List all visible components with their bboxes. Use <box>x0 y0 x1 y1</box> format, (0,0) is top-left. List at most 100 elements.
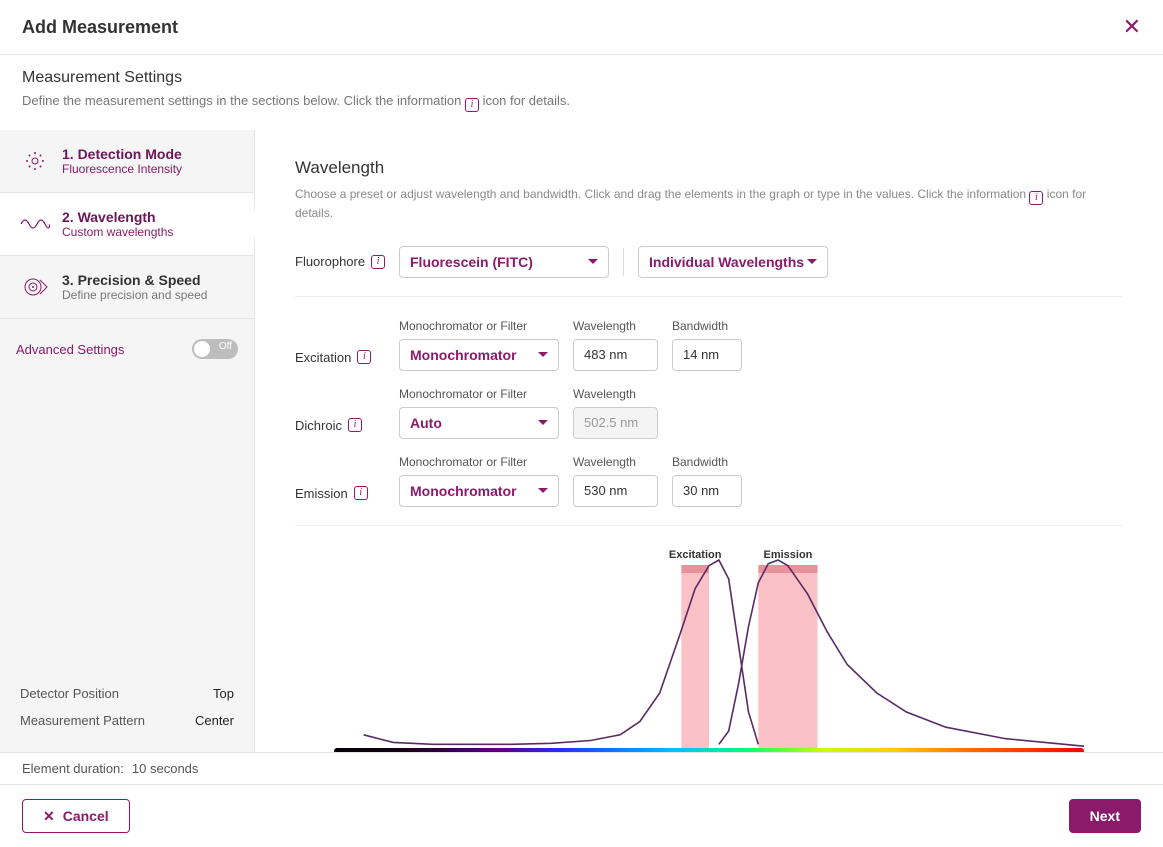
excitation-row: Excitation i Monochromator or Filter Mon… <box>295 311 1123 379</box>
settings-desc-pre: Define the measurement settings in the s… <box>22 93 465 108</box>
sidebar-summary: Detector Position Top Measurement Patter… <box>0 680 254 752</box>
measurement-pattern-value: Center <box>195 713 234 728</box>
col-mono: Monochromator or Filter <box>399 387 559 401</box>
emission-wavelength-input[interactable]: 530 nm <box>573 475 658 507</box>
col-wave: Wavelength <box>573 319 658 333</box>
svg-text:Emission: Emission <box>763 549 812 561</box>
fluorophore-row: Fluorophore i Fluorescein (FITC) Individ… <box>295 238 1123 286</box>
step-title: 1. Detection Mode <box>62 146 182 162</box>
next-label: Next <box>1090 808 1120 824</box>
emission-row: Emission i Monochromator or Filter Monoc… <box>295 447 1123 515</box>
excitation-mono-select[interactable]: Monochromator <box>399 339 559 371</box>
col-mono: Monochromator or Filter <box>399 455 559 469</box>
dichroic-wavelength-readout: 502.5 nm <box>573 407 658 439</box>
step-detection-mode[interactable]: 1. Detection Mode Fluorescence Intensity <box>0 130 254 193</box>
settings-title: Measurement Settings <box>22 69 1141 87</box>
step-sub: Custom wavelengths <box>62 225 173 239</box>
info-icon[interactable]: i <box>357 350 371 364</box>
excitation-bandwidth-input[interactable]: 14 nm <box>672 339 742 371</box>
cancel-label: Cancel <box>63 808 109 824</box>
step-sub: Define precision and speed <box>62 288 207 302</box>
dichroic-row: Dichroic i Monochromator or Filter Auto … <box>295 379 1123 447</box>
excitation-bandwidth-value: 14 nm <box>683 347 719 362</box>
divider <box>623 248 624 276</box>
emission-label-text: Emission <box>295 486 348 501</box>
emission-bandwidth-value: 30 nm <box>683 483 719 498</box>
dialog-body: 1. Detection Mode Fluorescence Intensity… <box>0 130 1163 752</box>
info-icon[interactable]: i <box>371 255 385 269</box>
duration-label: Element duration: <box>22 761 124 776</box>
duration-bar: Element duration: 10 seconds <box>0 752 1163 785</box>
step-title: 2. Wavelength <box>62 209 173 225</box>
advanced-settings-toggle[interactable]: Off <box>192 339 238 359</box>
settings-desc: Define the measurement settings in the s… <box>22 93 1141 112</box>
info-icon[interactable]: i <box>348 418 362 432</box>
fluorophore-select[interactable]: Fluorescein (FITC) <box>399 246 609 278</box>
detector-position-value: Top <box>213 686 234 701</box>
spectrum-chart[interactable]: ExcitationEmission3003504004505005506006… <box>295 540 1123 752</box>
emission-mono-select[interactable]: Monochromator <box>399 475 559 507</box>
precision-icon <box>20 272 50 302</box>
panel-desc: Choose a preset or adjust wavelength and… <box>295 186 1123 222</box>
excitation-label: Excitation i <box>295 350 385 365</box>
emission-wavelength-value: 530 nm <box>584 483 627 498</box>
col-bw: Bandwidth <box>672 319 742 333</box>
dichroic-mono-select[interactable]: Auto <box>399 407 559 439</box>
duration-value: 10 seconds <box>132 761 199 776</box>
step-sub: Fluorescence Intensity <box>62 162 182 176</box>
excitation-mono-value: Monochromator <box>410 347 517 363</box>
chevron-down-icon <box>538 488 548 493</box>
info-icon[interactable]: i <box>354 486 368 500</box>
settings-desc-post: icon for details. <box>479 93 570 108</box>
detector-position-label: Detector Position <box>20 686 119 701</box>
panel-title: Wavelength <box>295 158 1123 178</box>
col-wave: Wavelength <box>573 387 658 401</box>
step-precision-speed[interactable]: 3. Precision & Speed Define precision an… <box>0 256 254 319</box>
main-panel: Wavelength Choose a preset or adjust wav… <box>255 130 1163 752</box>
detection-mode-icon <box>20 146 50 176</box>
col-bw: Bandwidth <box>672 455 742 469</box>
chart-svg: ExcitationEmission3003504004505005506006… <box>295 540 1123 752</box>
dialog-title: Add Measurement <box>22 17 178 38</box>
dichroic-label: Dichroic i <box>295 418 385 433</box>
separator <box>295 296 1123 297</box>
col-wave: Wavelength <box>573 455 658 469</box>
col-mono: Monochromator or Filter <box>399 319 559 333</box>
chevron-down-icon <box>807 259 817 264</box>
emission-mono-value: Monochromator <box>410 483 517 499</box>
measurement-pattern-label: Measurement Pattern <box>20 713 145 728</box>
chevron-down-icon <box>538 420 548 425</box>
info-icon: i <box>465 98 479 112</box>
chevron-down-icon <box>538 352 548 357</box>
step-wavelength[interactable]: 2. Wavelength Custom wavelengths <box>0 193 254 256</box>
info-icon: i <box>1029 191 1043 205</box>
mode-select[interactable]: Individual Wavelengths <box>638 246 828 278</box>
next-button[interactable]: Next <box>1069 799 1141 833</box>
advanced-settings-label: Advanced Settings <box>16 342 124 357</box>
panel-desc-pre: Choose a preset or adjust wavelength and… <box>295 187 1029 201</box>
fluorophore-label-text: Fluorophore <box>295 254 365 269</box>
excitation-wavelength-input[interactable]: 483 nm <box>573 339 658 371</box>
dichroic-label-text: Dichroic <box>295 418 342 433</box>
wizard-sidebar: 1. Detection Mode Fluorescence Intensity… <box>0 130 255 752</box>
excitation-label-text: Excitation <box>295 350 351 365</box>
separator <box>295 525 1123 526</box>
chevron-down-icon <box>588 259 598 264</box>
svg-text:Excitation: Excitation <box>669 549 722 561</box>
advanced-settings-row: Advanced Settings Off <box>0 319 254 379</box>
subheader: Measurement Settings Define the measurem… <box>0 55 1163 130</box>
mode-value: Individual Wavelengths <box>649 254 804 270</box>
fluorophore-label: Fluorophore i <box>295 254 385 269</box>
excitation-wavelength-value: 483 nm <box>584 347 627 362</box>
cancel-button[interactable]: ✕ Cancel <box>22 799 130 833</box>
emission-label: Emission i <box>295 486 385 501</box>
step-title: 3. Precision & Speed <box>62 272 207 288</box>
fluorophore-value: Fluorescein (FITC) <box>410 254 533 270</box>
close-icon: ✕ <box>43 808 55 825</box>
dichroic-mono-value: Auto <box>410 415 442 431</box>
toggle-state: Off <box>219 341 232 352</box>
toggle-knob <box>194 341 210 357</box>
close-icon[interactable]: ✕ <box>1123 14 1141 40</box>
emission-bandwidth-input[interactable]: 30 nm <box>672 475 742 507</box>
wavelength-icon <box>20 209 50 239</box>
